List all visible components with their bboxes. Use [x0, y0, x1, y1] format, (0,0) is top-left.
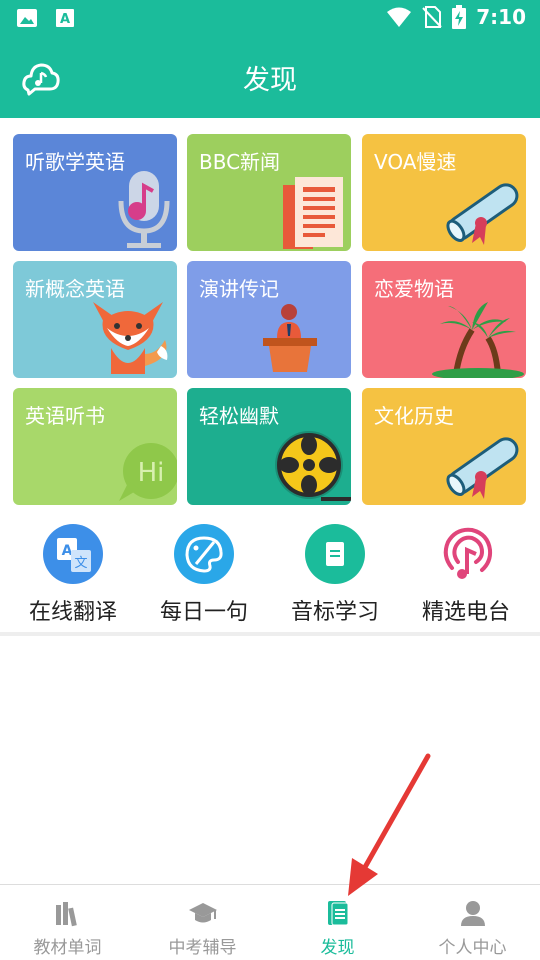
discover-document-icon [328, 901, 349, 926]
fox-icon [93, 302, 168, 374]
tile-new-concept-english[interactable]: 新概念英语 [13, 261, 177, 378]
qa-icon-circle: A 文 [43, 524, 103, 584]
qa-daily-sentence[interactable]: 每日一句 [144, 522, 264, 626]
diploma-scroll-icon [446, 437, 519, 499]
translate-icon: A 文 [57, 538, 91, 572]
status-left-icons: A [16, 7, 76, 29]
nav-textbook-words[interactable]: 教材单词 [0, 885, 135, 960]
annotation-arrow [348, 753, 431, 896]
image-icon [17, 9, 37, 27]
tile-english-audiobooks[interactable]: 英语听书 Hi [13, 388, 177, 505]
svg-text:A: A [62, 543, 73, 559]
qa-label: 在线翻译 [28, 600, 117, 625]
qa-online-translate[interactable]: A 文 在线翻译 [13, 522, 133, 626]
tile-speech-biography[interactable]: 演讲传记 [187, 261, 351, 378]
svg-text:Hi: Hi [138, 458, 165, 488]
tile-voa-slow[interactable]: VOA慢速 [362, 134, 526, 251]
wifi-icon [387, 7, 412, 27]
battery-charging-icon [452, 5, 467, 29]
qa-featured-radio[interactable]: 精选电台 [406, 522, 526, 626]
nav-exam-tutoring[interactable]: 中考辅导 [135, 885, 270, 960]
person-icon [461, 901, 485, 926]
section-divider [0, 632, 540, 636]
nav-label: 个人中心 [438, 938, 507, 958]
film-reel-icon [275, 431, 351, 501]
svg-text:A: A [60, 12, 70, 27]
paint-palette-icon [185, 536, 223, 573]
hi-bubble-icon: Hi [119, 443, 177, 501]
newspaper-icon [283, 177, 343, 249]
speaker-podium-icon [263, 304, 317, 372]
tile-listen-songs[interactable]: 听歌学英语 [13, 134, 177, 251]
nav-label: 发现 [320, 938, 355, 958]
tile-bbc-news[interactable]: BBC新闻 [187, 134, 351, 251]
tile-love-stories[interactable]: 恋爱物语 [362, 261, 526, 378]
qa-phonetics[interactable]: 音标学习 [275, 522, 395, 626]
no-sim-icon [422, 6, 442, 28]
qa-label: 每日一句 [159, 600, 248, 625]
svg-text:文: 文 [74, 556, 87, 571]
nav-label: 教材单词 [33, 938, 102, 958]
radio-podcast-icon [443, 527, 493, 579]
document-icon [326, 542, 344, 566]
tile-humor[interactable]: 轻松幽默 [187, 388, 351, 505]
books-icon [56, 902, 77, 927]
qa-icon-circle [305, 524, 365, 584]
nav-label: 中考辅导 [168, 938, 237, 958]
page-title: 发现 [243, 65, 297, 96]
text-app-icon: A [56, 9, 74, 27]
qa-icon-circle [436, 524, 496, 584]
graduation-cap-icon [189, 903, 217, 923]
tile-culture-history[interactable]: 文化历史 [362, 388, 526, 505]
status-time: 7:10 [476, 5, 526, 29]
microphone-icon [118, 171, 170, 248]
app-header: 发现 [0, 36, 540, 118]
qa-label: 音标学习 [290, 600, 379, 625]
status-bar: A 7:10 [0, 0, 540, 36]
qa-label: 精选电台 [421, 600, 510, 625]
diploma-scroll-icon [446, 183, 519, 245]
palm-island-icon [432, 302, 524, 378]
qa-icon-circle [174, 524, 234, 584]
status-right-icons: 7:10 [386, 5, 526, 29]
bottom-nav: 教材单词 中考辅导 发现 个人中心 [0, 884, 540, 960]
